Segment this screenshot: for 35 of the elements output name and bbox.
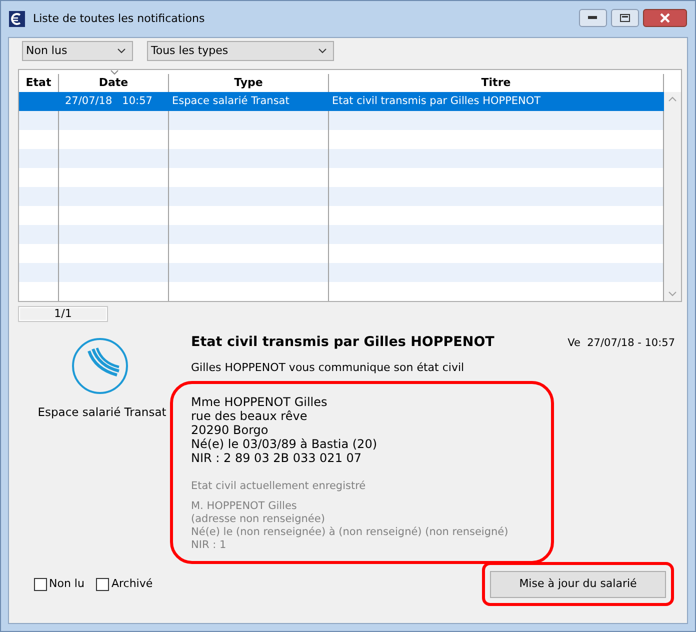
page-counter: 1/1 <box>18 306 108 322</box>
chevron-down-icon[interactable] <box>318 48 327 54</box>
current-info-line: Né(e) le (non renseignée) à (non renseigné) (non renseigné) <box>191 526 510 538</box>
maximize-button[interactable] <box>611 9 639 27</box>
dropdown[interactable]: Non lus <box>22 41 133 61</box>
sort-indicator-icon <box>110 70 119 75</box>
section-heading: Etat civil actuellement enregistré <box>191 478 367 494</box>
notification-title: Etat civil transmis par Gilles HOPPENOT <box>191 333 494 352</box>
new-info-line: Mme HOPPENOT Gilles <box>191 394 328 409</box>
close-icon[interactable] <box>659 13 671 23</box>
current-info-line: M. HOPPENOT Gilles <box>191 500 298 512</box>
new-info-line: NIR : 2 89 03 2B 033 021 07 <box>191 450 363 465</box>
new-info-line: rue des beaux rêve <box>191 408 308 423</box>
checkbox[interactable] <box>96 578 110 591</box>
minimize-button[interactable] <box>579 9 607 27</box>
source-label: Espace salarié Transat <box>36 404 166 421</box>
window-title: Liste de toutes les notifications <box>33 10 205 27</box>
chevron-down-icon[interactable] <box>117 48 126 54</box>
dropdown[interactable]: Tous les types <box>147 41 334 61</box>
table-row[interactable]: 27/07/18 10:57 Espace salarié Transat Etat civil transmis par Gilles HOPPENOT <box>19 92 664 111</box>
app-logo-icon <box>9 11 25 27</box>
close-button[interactable] <box>643 9 687 27</box>
current-info-line: NIR : 1 <box>191 538 228 552</box>
checkbox[interactable] <box>34 578 47 591</box>
logo-icon <box>71 337 129 395</box>
current-info-line: (adresse non renseignée) <box>191 512 326 526</box>
checkbox-label[interactable]: Non lu <box>49 576 84 592</box>
update-employee-button[interactable]: Mise à jour du salarié <box>490 571 666 598</box>
minimize-icon[interactable] <box>588 16 598 20</box>
new-info-line: Né(e) le 03/03/89 à Bastia (20) <box>191 436 378 451</box>
new-info-line: 20290 Borgo <box>191 422 270 437</box>
intro-text: Gilles HOPPENOT vous communique son état civil <box>191 360 466 376</box>
checkbox-label[interactable]: Archivé <box>111 576 153 592</box>
notification-date: Ve 27/07/18 - 10:57 <box>568 336 676 351</box>
maximize-icon[interactable] <box>620 14 630 22</box>
